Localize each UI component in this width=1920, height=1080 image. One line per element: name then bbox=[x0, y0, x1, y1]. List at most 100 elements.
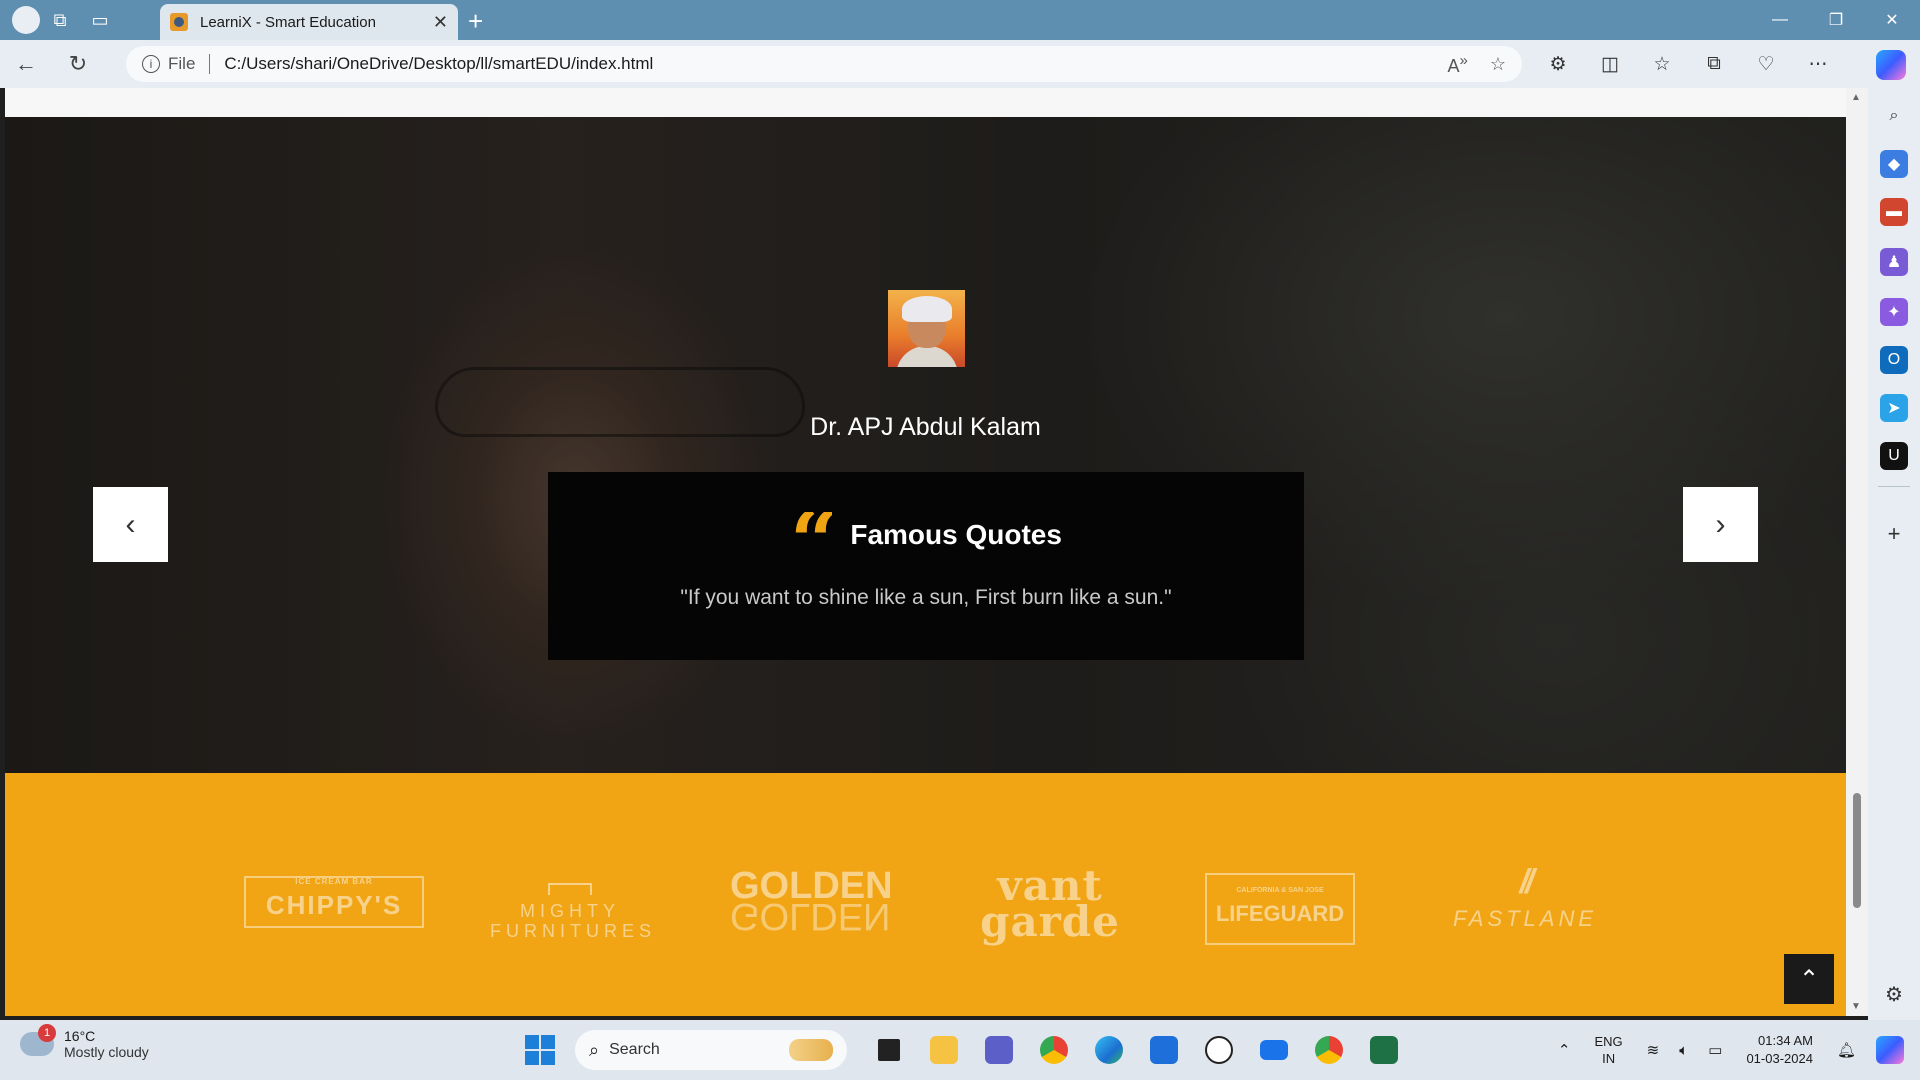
brand-logos-strip: ICE CREAM BAR CHIPPY'S MIGHTY FURNITURES… bbox=[5, 773, 1846, 1016]
site-favicon-icon bbox=[170, 13, 188, 31]
brand-logo-golden: GOLDEN GOLDEN bbox=[730, 867, 893, 937]
brand-lifeguard-name: LIFEGUARD bbox=[1215, 901, 1345, 926]
brand-chippys-tagline: ICE CREAM BAR bbox=[295, 877, 373, 886]
scroll-to-top-button[interactable]: ⌃ bbox=[1784, 954, 1834, 1004]
sidebar-copilot-icon[interactable]: ✦ bbox=[1880, 298, 1908, 326]
hero-overlay bbox=[5, 117, 1846, 773]
window-controls: — ❐ ✕ bbox=[1752, 0, 1920, 40]
clock-date: 01-03-2024 bbox=[1746, 1051, 1813, 1066]
refresh-icon[interactable]: ↻ bbox=[52, 40, 104, 88]
quote-mark-icon: “ bbox=[790, 512, 832, 558]
back-icon[interactable]: ← bbox=[0, 40, 52, 88]
start-windows-icon[interactable] bbox=[525, 1035, 555, 1065]
brand-logo-vantgarde: vant garde bbox=[980, 861, 1120, 946]
url-text[interactable]: C:/Users/shari/OneDrive/Desktop/ll/smart… bbox=[224, 54, 1425, 74]
file-explorer-icon[interactable] bbox=[916, 1028, 971, 1072]
teams-icon[interactable] bbox=[971, 1028, 1026, 1072]
person-name: Dr. APJ Abdul Kalam bbox=[810, 413, 1041, 441]
workspaces-icon[interactable]: ⧉ bbox=[40, 0, 80, 40]
quote-card: “ Famous Quotes "If you want to shine li… bbox=[548, 472, 1304, 660]
close-window-icon[interactable]: ✕ bbox=[1864, 0, 1920, 40]
more-icon[interactable]: ⋯ bbox=[1792, 53, 1844, 76]
chrome-profile-icon[interactable] bbox=[1301, 1028, 1356, 1072]
scrollbar-thumb[interactable] bbox=[1853, 793, 1861, 908]
minimize-icon[interactable]: — bbox=[1752, 0, 1808, 40]
testimonial-hero: Dr. APJ Abdul Kalam “ Famous Quotes "If … bbox=[5, 117, 1846, 773]
clock[interactable]: 01:34 AM 01-03-2024 bbox=[1746, 1032, 1813, 1068]
quote-title: Famous Quotes bbox=[850, 519, 1062, 550]
scroll-up-icon[interactable]: ▲ bbox=[1851, 92, 1861, 103]
chevron-right-icon: › bbox=[1715, 507, 1726, 541]
cloud-icon: 1 bbox=[20, 1024, 56, 1056]
volume-icon[interactable]: 🔈︎ bbox=[1679, 1042, 1688, 1059]
sidebar-outlook-icon[interactable]: O bbox=[1880, 346, 1908, 374]
language-indicator[interactable]: ENG IN bbox=[1595, 1033, 1623, 1067]
quote-header: “ Famous Quotes bbox=[548, 512, 1304, 558]
sidebar-u-app-icon[interactable]: U bbox=[1880, 442, 1908, 470]
brand-golden-reflection: GOLDEN bbox=[730, 895, 891, 937]
notification-bell-icon[interactable]: 🔔︎ bbox=[1837, 1041, 1856, 1059]
favorites-icon[interactable]: ☆ bbox=[1636, 53, 1688, 76]
brand-lifeguard-tagline: CALIFORNIA & SAN JOSE bbox=[1236, 887, 1324, 894]
tab-actions-icon[interactable]: ▭ bbox=[80, 0, 120, 40]
carousel-prev-button[interactable]: ‹ bbox=[93, 487, 168, 562]
language-code: ENG bbox=[1594, 1034, 1623, 1049]
chrome-icon[interactable] bbox=[1026, 1028, 1081, 1072]
address-bar: ← ↻ i File C:/Users/shari/OneDrive/Deskt… bbox=[0, 40, 1920, 88]
performance-icon[interactable]: ♡ bbox=[1740, 53, 1792, 76]
restore-icon[interactable]: ❐ bbox=[1808, 0, 1864, 40]
read-aloud-icon[interactable]: A» bbox=[1448, 52, 1468, 77]
search-highlight-icon bbox=[789, 1039, 833, 1061]
profile-button[interactable] bbox=[0, 0, 40, 40]
brand-logo-mighty-furnitures: MIGHTY FURNITURES bbox=[490, 883, 651, 941]
page-scrollbar[interactable]: ▲ ▼ bbox=[1846, 88, 1868, 1016]
sidebar-send-icon[interactable]: ➤ bbox=[1880, 394, 1908, 422]
sidebar-tools-icon[interactable]: ▬ bbox=[1880, 198, 1908, 226]
collections-icon[interactable]: ⧉ bbox=[1688, 53, 1740, 75]
dell-icon[interactable] bbox=[1191, 1028, 1246, 1072]
tab-bar: ⧉ ▭ LearniX - Smart Education ✕ + — ❐ ✕ bbox=[0, 0, 1920, 40]
battery-icon[interactable]: ▭ bbox=[1708, 1041, 1722, 1059]
clock-time: 01:34 AM bbox=[1758, 1033, 1813, 1048]
brand-logo-chippys: ICE CREAM BAR CHIPPY'S bbox=[244, 876, 424, 928]
taskbar-search-label: Search bbox=[609, 1041, 660, 1058]
chevron-up-icon: ⌃ bbox=[1798, 965, 1820, 993]
new-tab-button[interactable]: + bbox=[468, 6, 483, 37]
weather-widget[interactable]: 1 16°C Mostly cloudy bbox=[20, 1024, 149, 1060]
wifi-icon[interactable]: ≋ bbox=[1647, 1041, 1660, 1059]
weather-condition: Mostly cloudy bbox=[64, 1044, 149, 1060]
extensions-icon[interactable]: ⚙ bbox=[1532, 53, 1584, 76]
quote-text: "If you want to shine like a sun, First … bbox=[680, 586, 1172, 609]
favorite-star-icon[interactable]: ☆ bbox=[1490, 54, 1506, 75]
taskbar-apps: ⌕ Search bbox=[525, 1028, 1411, 1072]
excel-icon[interactable] bbox=[1356, 1028, 1411, 1072]
mail-icon[interactable] bbox=[1246, 1028, 1301, 1072]
region-code: IN bbox=[1602, 1051, 1616, 1066]
toolbar-icons: ⚙ ◫ ☆ ⧉ ♡ ⋯ bbox=[1532, 40, 1844, 88]
sidebar-search-icon[interactable]: ⌕ bbox=[1880, 102, 1908, 130]
ms-store-icon[interactable] bbox=[1136, 1028, 1191, 1072]
split-screen-icon[interactable]: ◫ bbox=[1584, 53, 1636, 76]
weather-badge: 1 bbox=[38, 1024, 56, 1042]
edge-icon[interactable] bbox=[1081, 1028, 1136, 1072]
sidebar-settings-icon[interactable]: ⚙ bbox=[1880, 980, 1908, 1008]
scroll-down-icon[interactable]: ▼ bbox=[1851, 1001, 1861, 1012]
scheme-label: File bbox=[168, 54, 196, 73]
info-icon[interactable]: i bbox=[142, 55, 160, 73]
taskbar-search[interactable]: ⌕ Search bbox=[575, 1030, 847, 1070]
omnibox[interactable]: i File C:/Users/shari/OneDrive/Desktop/l… bbox=[126, 46, 1522, 82]
sidebar-shopping-icon[interactable]: ◆ bbox=[1880, 150, 1908, 178]
browser-tab[interactable]: LearniX - Smart Education ✕ bbox=[160, 4, 458, 40]
sidebar-add-icon[interactable]: + bbox=[1880, 520, 1908, 548]
copilot-taskbar-icon[interactable] bbox=[1876, 1036, 1904, 1064]
brand-logo-fastlane: FASTLANE bbox=[1445, 863, 1605, 932]
sidebar-games-icon[interactable]: ♟ bbox=[1880, 248, 1908, 276]
copilot-icon[interactable] bbox=[1876, 50, 1906, 80]
carousel-next-button[interactable]: › bbox=[1683, 487, 1758, 562]
tray-overflow-icon[interactable]: ⌃ bbox=[1558, 1041, 1571, 1059]
close-tab-icon[interactable]: ✕ bbox=[433, 12, 448, 33]
tab-title: LearniX - Smart Education bbox=[200, 13, 376, 31]
task-view-icon[interactable] bbox=[861, 1028, 916, 1072]
system-tray: ⌃ ENG IN ≋ 🔈︎ ▭ 01:34 AM 01-03-2024 🔔︎ bbox=[1548, 1020, 1920, 1080]
omnibox-divider bbox=[209, 54, 211, 74]
